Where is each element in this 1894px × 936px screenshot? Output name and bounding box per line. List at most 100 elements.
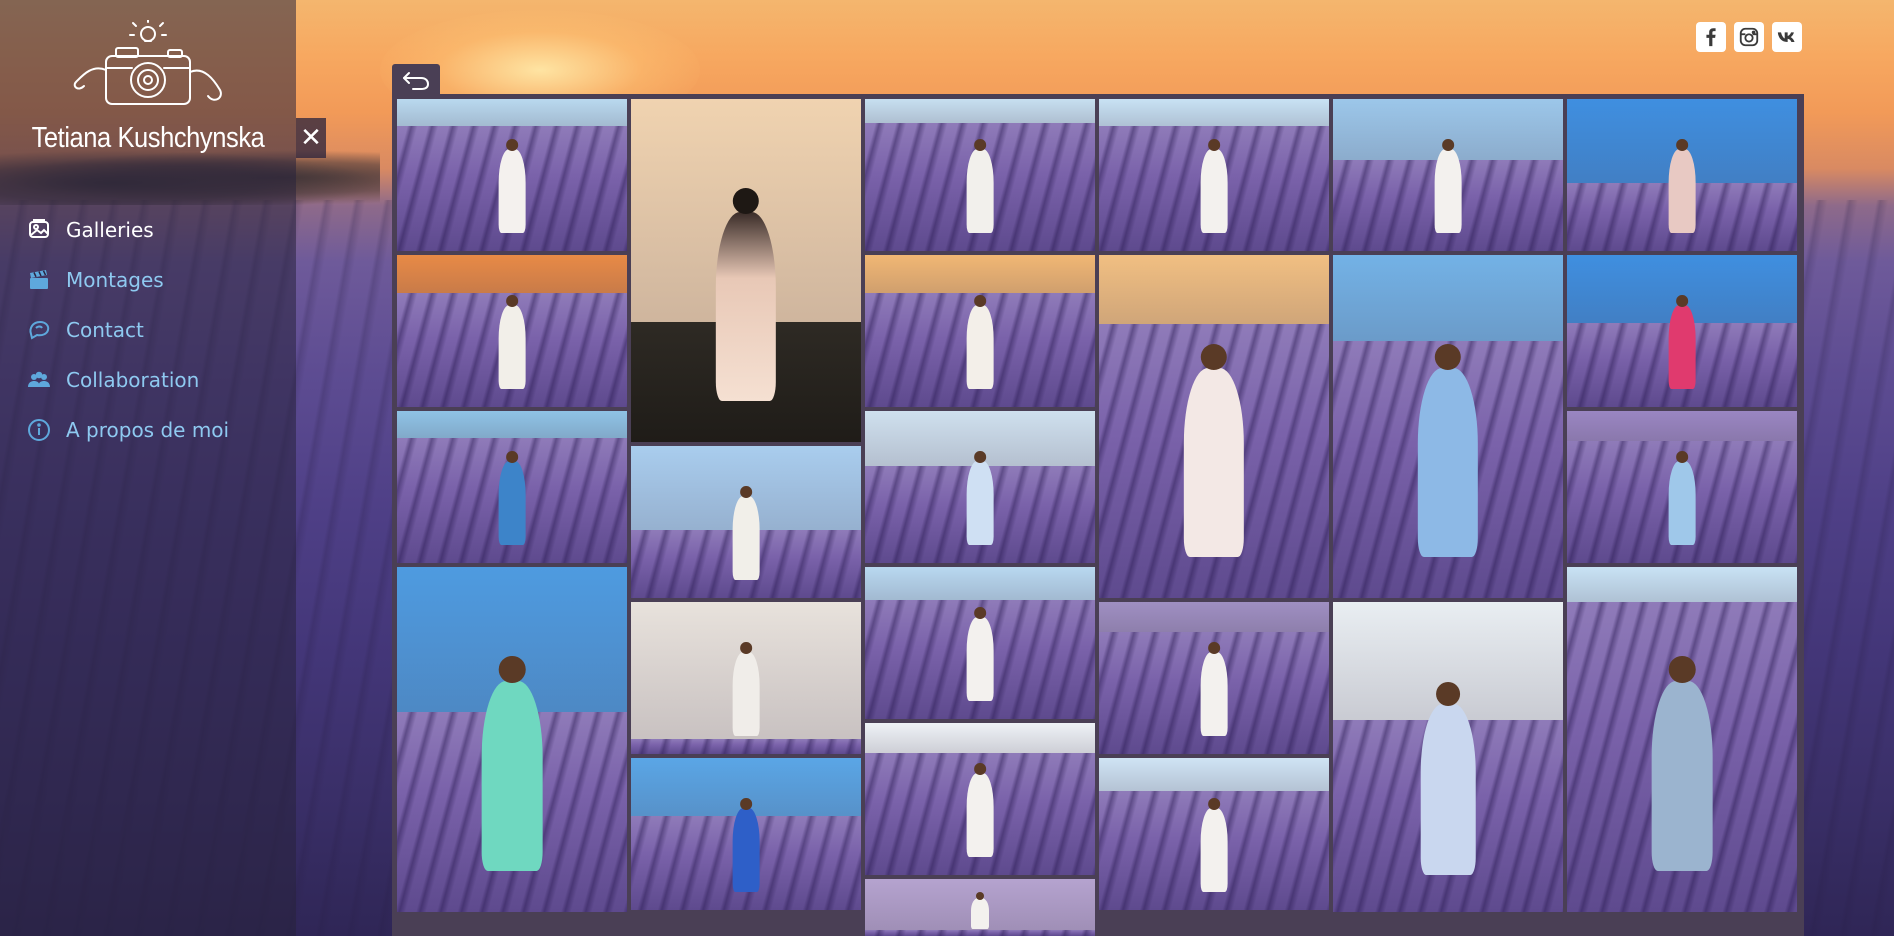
photo-subject	[1668, 305, 1696, 389]
photo-subject-head	[974, 451, 986, 464]
photo-subject-head	[740, 642, 752, 655]
photo-subject	[1183, 368, 1245, 557]
gallery-photo[interactable]	[865, 99, 1095, 251]
social-links	[1696, 22, 1802, 52]
nav-item-about[interactable]: A propos de moi	[0, 405, 296, 455]
gallery-photo[interactable]	[631, 602, 861, 754]
photo-subject-head	[506, 451, 518, 464]
photo-subject-head	[976, 891, 984, 900]
gallery-photo[interactable]	[1567, 255, 1797, 407]
gallery-photo[interactable]	[1099, 758, 1329, 910]
photo-subject-head	[1208, 139, 1220, 152]
gallery-photo[interactable]	[1333, 255, 1563, 598]
photo-sky	[1333, 255, 1563, 341]
people-icon	[26, 367, 52, 393]
gallery-photo[interactable]	[1099, 255, 1329, 598]
gallery-photo[interactable]	[865, 567, 1095, 719]
photo-sky	[865, 99, 1095, 124]
gallery-photo[interactable]	[1333, 99, 1563, 251]
photo-sky	[1099, 255, 1329, 324]
gallery-photo[interactable]	[1567, 99, 1797, 251]
nav-item-label: Montages	[66, 268, 164, 292]
gallery-photo[interactable]	[631, 446, 861, 598]
gallery-photo[interactable]	[1099, 99, 1329, 251]
gallery-photo[interactable]	[1567, 567, 1797, 912]
nav-item-collaboration[interactable]: Collaboration	[0, 355, 296, 405]
photo-subject	[498, 305, 526, 389]
gallery-photo[interactable]	[865, 723, 1095, 875]
photo-subject-head	[1442, 139, 1454, 152]
photo-subject-head	[1676, 295, 1688, 308]
close-sidebar-button[interactable]: ✕	[296, 118, 326, 158]
nav-item-contact[interactable]: Contact	[0, 305, 296, 355]
photo-subject	[1434, 149, 1462, 233]
photo-subject-head	[1208, 642, 1220, 655]
photo-subject	[1200, 149, 1228, 233]
vk-icon[interactable]	[1772, 22, 1802, 52]
photo-subject	[971, 897, 989, 930]
camera-logo[interactable]	[72, 17, 224, 116]
facebook-icon[interactable]	[1696, 22, 1726, 52]
photo-subject	[732, 496, 760, 580]
gallery-photo[interactable]	[865, 879, 1095, 936]
photo-sky	[1567, 567, 1797, 602]
gallery-photo[interactable]	[397, 567, 627, 912]
photo-subject-head	[974, 295, 986, 308]
clapperboard-icon	[26, 267, 52, 293]
instagram-icon[interactable]	[1734, 22, 1764, 52]
photo-subject-head	[1668, 656, 1696, 683]
photo-sky	[1099, 758, 1329, 792]
photo-sky	[1099, 99, 1329, 127]
photo-sky	[865, 723, 1095, 754]
main-nav: Galleries Montages Contact Collaboration…	[0, 205, 296, 455]
photo-subject	[498, 149, 526, 233]
photo-sky	[1567, 411, 1797, 442]
photo-subject-head	[974, 763, 986, 776]
photo-subject	[1200, 652, 1228, 736]
nav-item-montages[interactable]: Montages	[0, 255, 296, 305]
photo-sky	[397, 255, 627, 293]
gallery-photo[interactable]	[1567, 411, 1797, 563]
photo-subject	[966, 617, 994, 701]
photo-subject-head	[974, 607, 986, 620]
photo-subject	[966, 305, 994, 389]
photo-subject	[1417, 368, 1479, 557]
photo-subject	[498, 461, 526, 545]
photo-subject-head	[740, 486, 752, 499]
back-button[interactable]	[392, 64, 440, 96]
sidebar: Tetiana Kushchynska Galleries Montages C…	[0, 0, 296, 936]
back-arrow-icon	[403, 72, 429, 90]
photo-subject	[715, 212, 777, 401]
gallery-photo[interactable]	[397, 255, 627, 407]
photo-gallery	[392, 94, 1804, 936]
gallery-photo[interactable]	[865, 411, 1095, 563]
gallery-photo[interactable]	[631, 758, 861, 910]
gallery-photo[interactable]	[865, 255, 1095, 407]
photo-subject-head	[498, 656, 526, 683]
gallery-photo[interactable]	[1333, 602, 1563, 912]
photo-subject-head	[1676, 451, 1688, 464]
nav-item-label: A propos de moi	[66, 418, 230, 442]
photo-sky	[397, 411, 627, 439]
photo-subject	[732, 652, 760, 736]
photo-subject-head	[740, 798, 752, 811]
nav-item-galleries[interactable]: Galleries	[0, 205, 296, 255]
gallery-photo[interactable]	[1099, 602, 1329, 754]
photo-subject	[966, 461, 994, 545]
photo-subject	[1668, 149, 1696, 233]
gallery-photo[interactable]	[397, 411, 627, 563]
info-icon	[26, 417, 52, 443]
photo-subject-head	[1436, 682, 1460, 707]
gallery-photo[interactable]	[397, 99, 627, 251]
nav-item-label: Galleries	[66, 218, 154, 242]
site-title[interactable]: Tetiana Kushchynska	[18, 122, 278, 155]
photo-subject	[966, 773, 994, 857]
galleries-icon	[26, 217, 52, 243]
photo-sky	[1099, 602, 1329, 633]
photo-subject-head	[506, 295, 518, 308]
photo-subject	[481, 680, 543, 871]
gallery-photo[interactable]	[631, 99, 861, 442]
photo-sky	[865, 255, 1095, 293]
photo-subject	[732, 808, 760, 892]
photo-subject	[1420, 704, 1476, 875]
